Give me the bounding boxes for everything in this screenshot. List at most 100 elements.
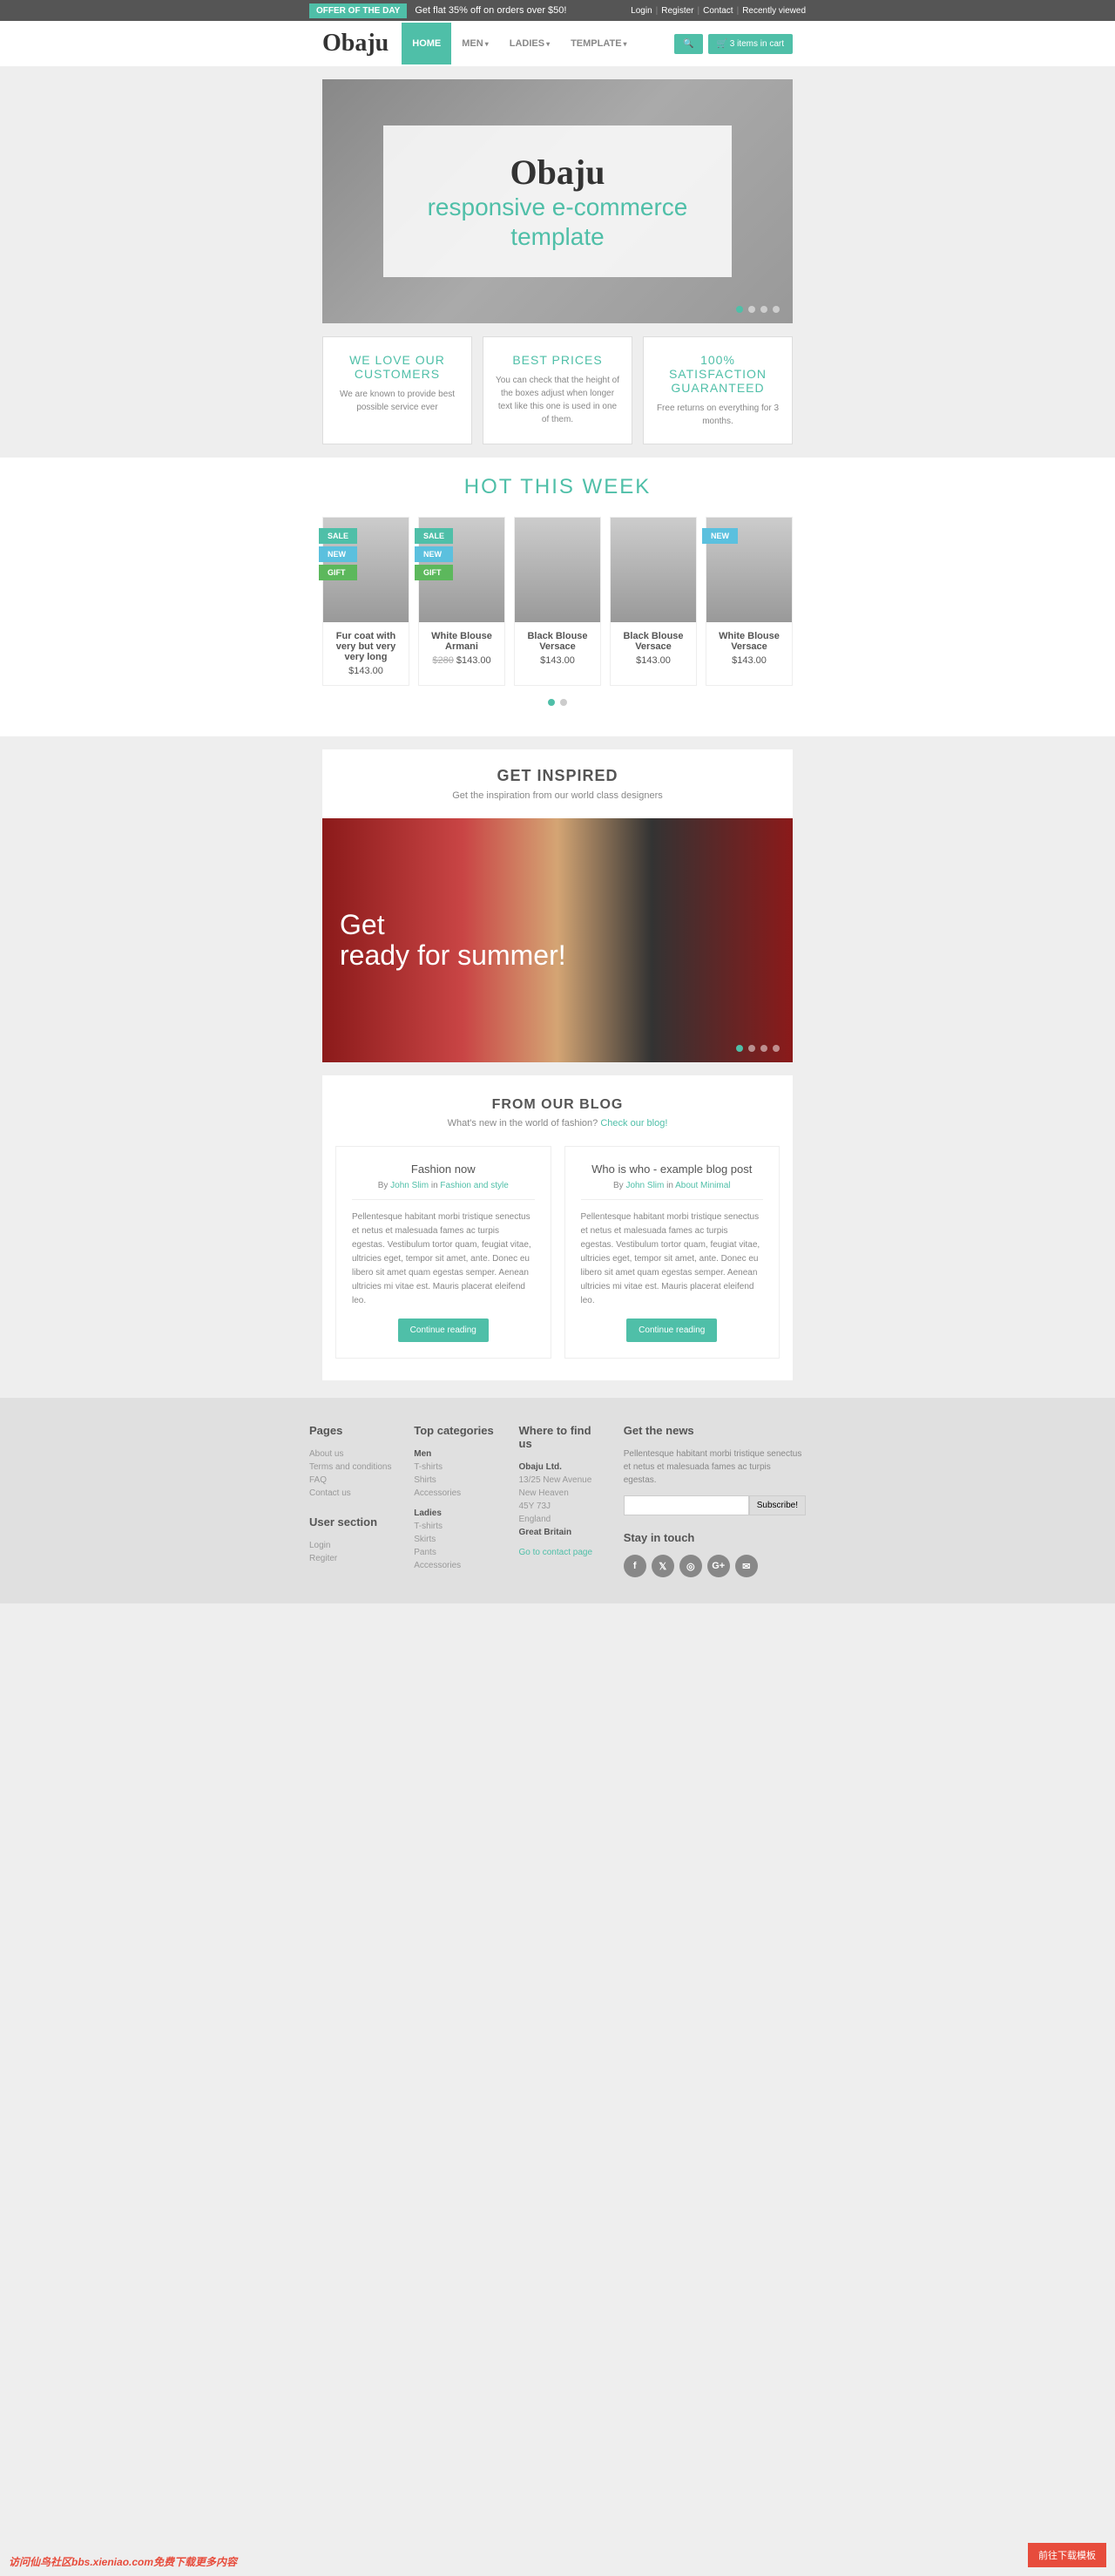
go-contact-link[interactable]: Go to contact page <box>519 1548 606 1557</box>
hero-dots <box>736 306 780 313</box>
register-link[interactable]: Register <box>661 6 693 16</box>
hero-dot[interactable] <box>760 306 767 313</box>
address-line: 45Y 73J <box>519 1500 606 1513</box>
product-card[interactable]: Black Blouse Versace $143.00 <box>610 517 697 686</box>
navbar: Obaju HOME MEN LADIES TEMPLATE 🔍 🛒 3 ite… <box>0 21 1115 66</box>
products-carousel: SALENEWGIFT Fur coat with very but very … <box>309 517 806 686</box>
instagram-icon[interactable]: ◎ <box>679 1555 702 1577</box>
post-author[interactable]: John Slim <box>625 1181 664 1190</box>
product-name: Black Blouse Versace <box>616 631 691 652</box>
continue-reading-button[interactable]: Continue reading <box>626 1319 717 1342</box>
footer-categories: Top categories Men T-shirtsShirtsAccesso… <box>414 1424 501 1577</box>
product-image: NEW <box>706 518 792 622</box>
inspired-dot[interactable] <box>760 1045 767 1052</box>
twitter-icon[interactable]: 𝕏 <box>652 1555 674 1577</box>
badge-gift: GIFT <box>319 565 357 580</box>
inspired-banner-text: Get ready for summer! <box>340 910 566 971</box>
blog-subtitle: What's new in the world of fashion? Chec… <box>335 1118 780 1129</box>
feature-title: BEST PRICES <box>494 353 621 367</box>
product-price: $280$143.00 <box>424 655 499 666</box>
product-price: $143.00 <box>712 655 787 666</box>
feature-text: Free returns on everything for 3 months. <box>654 402 781 428</box>
hot-section: HOT THIS WEEK SALENEWGIFT Fur coat with … <box>0 458 1115 736</box>
inspired-subtitle: Get the inspiration from our world class… <box>340 790 775 801</box>
address-line: Great Britain <box>519 1526 606 1539</box>
footer-link[interactable]: Login <box>309 1539 396 1552</box>
post-title: Who is who - example blog post <box>581 1163 764 1176</box>
features-row: WE LOVE OUR CUSTOMERS We are known to pr… <box>322 336 793 444</box>
footer-link[interactable]: T-shirts <box>414 1520 501 1533</box>
product-dots <box>309 686 806 719</box>
hero-overlay: Obaju responsive e-commerce template <box>383 125 732 277</box>
post-category[interactable]: Fashion and style <box>440 1181 508 1190</box>
product-card[interactable]: SALENEWGIFT White Blouse Armani $280$143… <box>418 517 505 686</box>
topbar: OFFER OF THE DAY Get flat 35% off on ord… <box>0 0 1115 21</box>
badge-sale: SALE <box>319 528 357 544</box>
product-card[interactable]: NEW White Blouse Versace $143.00 <box>706 517 793 686</box>
login-link[interactable]: Login <box>631 6 652 16</box>
offer-text: Get flat 35% off on orders over $50! <box>415 5 566 16</box>
product-dot[interactable] <box>548 699 555 706</box>
product-image: SALENEWGIFT <box>323 518 409 622</box>
product-card[interactable]: SALENEWGIFT Fur coat with very but very … <box>322 517 409 686</box>
hero-dot[interactable] <box>773 306 780 313</box>
footer-link[interactable]: Contact us <box>309 1487 396 1500</box>
nav-home[interactable]: HOME <box>402 23 451 64</box>
product-image <box>611 518 696 622</box>
post-meta: By John Slim in About Minimal <box>581 1181 764 1200</box>
cart-icon: 🛒 <box>717 39 727 49</box>
hero-dot[interactable] <box>748 306 755 313</box>
email-icon[interactable]: ✉ <box>735 1555 758 1577</box>
blog-section: FROM OUR BLOG What's new in the world of… <box>322 1075 793 1380</box>
footer-link[interactable]: Regiter <box>309 1552 396 1565</box>
newsletter-input[interactable] <box>624 1495 749 1515</box>
subscribe-button[interactable]: Subscribe! <box>749 1495 806 1515</box>
footer-link[interactable]: About us <box>309 1447 396 1461</box>
cart-button[interactable]: 🛒 3 items in cart <box>708 34 793 54</box>
logo[interactable]: Obaju <box>309 21 402 66</box>
product-dot[interactable] <box>560 699 567 706</box>
feature-title: WE LOVE OUR CUSTOMERS <box>334 353 461 381</box>
check-blog-link[interactable]: Check our blog! <box>600 1118 667 1129</box>
post-author[interactable]: John Slim <box>390 1181 429 1190</box>
nav-men[interactable]: MEN <box>451 23 498 64</box>
contact-link[interactable]: Contact <box>703 6 733 16</box>
product-card[interactable]: Black Blouse Versace $143.00 <box>514 517 601 686</box>
feature-text: We are known to provide best possible se… <box>334 388 461 414</box>
download-template-button[interactable]: 前往下载模板 <box>1028 2543 1106 2567</box>
product-image <box>515 518 600 622</box>
footer-news: Get the news Pellentesque habitant morbi… <box>624 1424 806 1577</box>
hot-title: HOT THIS WEEK <box>309 475 806 499</box>
inspired-dot[interactable] <box>773 1045 780 1052</box>
footer-link[interactable]: Terms and conditions <box>309 1461 396 1474</box>
nav-template[interactable]: TEMPLATE <box>560 23 637 64</box>
badge-new: NEW <box>415 546 453 562</box>
recently-viewed-link[interactable]: Recently viewed <box>742 6 806 16</box>
google-plus-icon[interactable]: G+ <box>707 1555 730 1577</box>
product-name: Black Blouse Versace <box>520 631 595 652</box>
badge-new: NEW <box>319 546 357 562</box>
product-image: SALENEWGIFT <box>419 518 504 622</box>
footer-link[interactable]: Shirts <box>414 1474 501 1487</box>
inspired-dot[interactable] <box>748 1045 755 1052</box>
post-category[interactable]: About Minimal <box>675 1181 730 1190</box>
product-name: White Blouse Versace <box>712 631 787 652</box>
feature-text: You can check that the height of the box… <box>494 374 621 426</box>
footer-link[interactable]: Pants <box>414 1546 501 1559</box>
footer: Pages About usTerms and conditionsFAQCon… <box>0 1398 1115 1603</box>
footer-link[interactable]: Accessories <box>414 1559 501 1572</box>
footer-link[interactable]: T-shirts <box>414 1461 501 1474</box>
nav-ladies[interactable]: LADIES <box>499 23 560 64</box>
inspired-title: GET INSPIRED <box>340 767 775 785</box>
nav-menu: HOME MEN LADIES TEMPLATE <box>402 23 637 64</box>
inspired-dot[interactable] <box>736 1045 743 1052</box>
search-button[interactable]: 🔍 <box>674 34 702 54</box>
facebook-icon[interactable]: f <box>624 1555 646 1577</box>
footer-link[interactable]: Accessories <box>414 1487 501 1500</box>
hero-dot[interactable] <box>736 306 743 313</box>
footer-link[interactable]: Skirts <box>414 1533 501 1546</box>
badge-new: NEW <box>702 528 738 544</box>
footer-link[interactable]: FAQ <box>309 1474 396 1487</box>
inspired-banner: Get ready for summer! <box>322 818 793 1062</box>
continue-reading-button[interactable]: Continue reading <box>398 1319 489 1342</box>
